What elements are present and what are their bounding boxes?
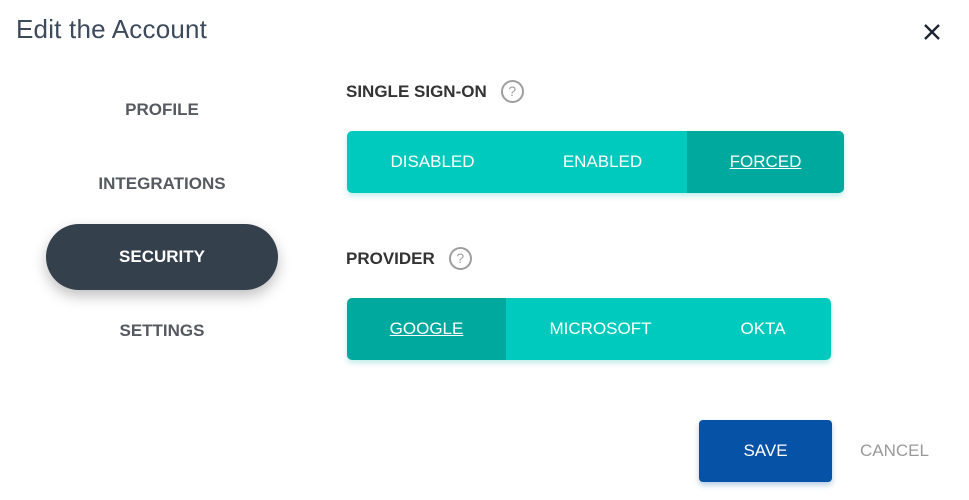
close-button[interactable] xyxy=(918,18,946,46)
sso-segmented-control: DISABLED ENABLED FORCED xyxy=(347,131,844,193)
sso-section-label: SINGLE SIGN-ON ? xyxy=(346,80,524,103)
provider-segmented-control: GOOGLE MICROSOFT OKTA xyxy=(347,298,831,360)
provider-label: PROVIDER xyxy=(346,248,435,268)
provider-option-microsoft[interactable]: MICROSOFT xyxy=(506,298,695,360)
nav-item-integrations[interactable]: INTEGRATIONS xyxy=(46,151,278,217)
provider-option-okta[interactable]: OKTA xyxy=(695,298,831,360)
cancel-button[interactable]: CANCEL xyxy=(860,420,929,482)
close-icon xyxy=(924,24,940,40)
provider-section-label: PROVIDER ? xyxy=(346,247,472,270)
provider-option-google[interactable]: GOOGLE xyxy=(347,298,506,360)
help-icon[interactable]: ? xyxy=(448,247,472,270)
sso-label: SINGLE SIGN-ON xyxy=(346,81,487,101)
sso-option-forced[interactable]: FORCED xyxy=(687,131,844,193)
sso-option-enabled[interactable]: ENABLED xyxy=(518,131,687,193)
nav-item-profile[interactable]: PROFILE xyxy=(46,77,278,143)
nav-item-security[interactable]: SECURITY xyxy=(46,224,278,290)
help-icon[interactable]: ? xyxy=(500,80,524,103)
dialog-title: Edit the Account xyxy=(16,14,208,44)
save-button[interactable]: SAVE xyxy=(699,420,832,482)
sso-option-disabled[interactable]: DISABLED xyxy=(347,131,518,193)
nav-item-settings[interactable]: SETTINGS xyxy=(46,298,278,364)
